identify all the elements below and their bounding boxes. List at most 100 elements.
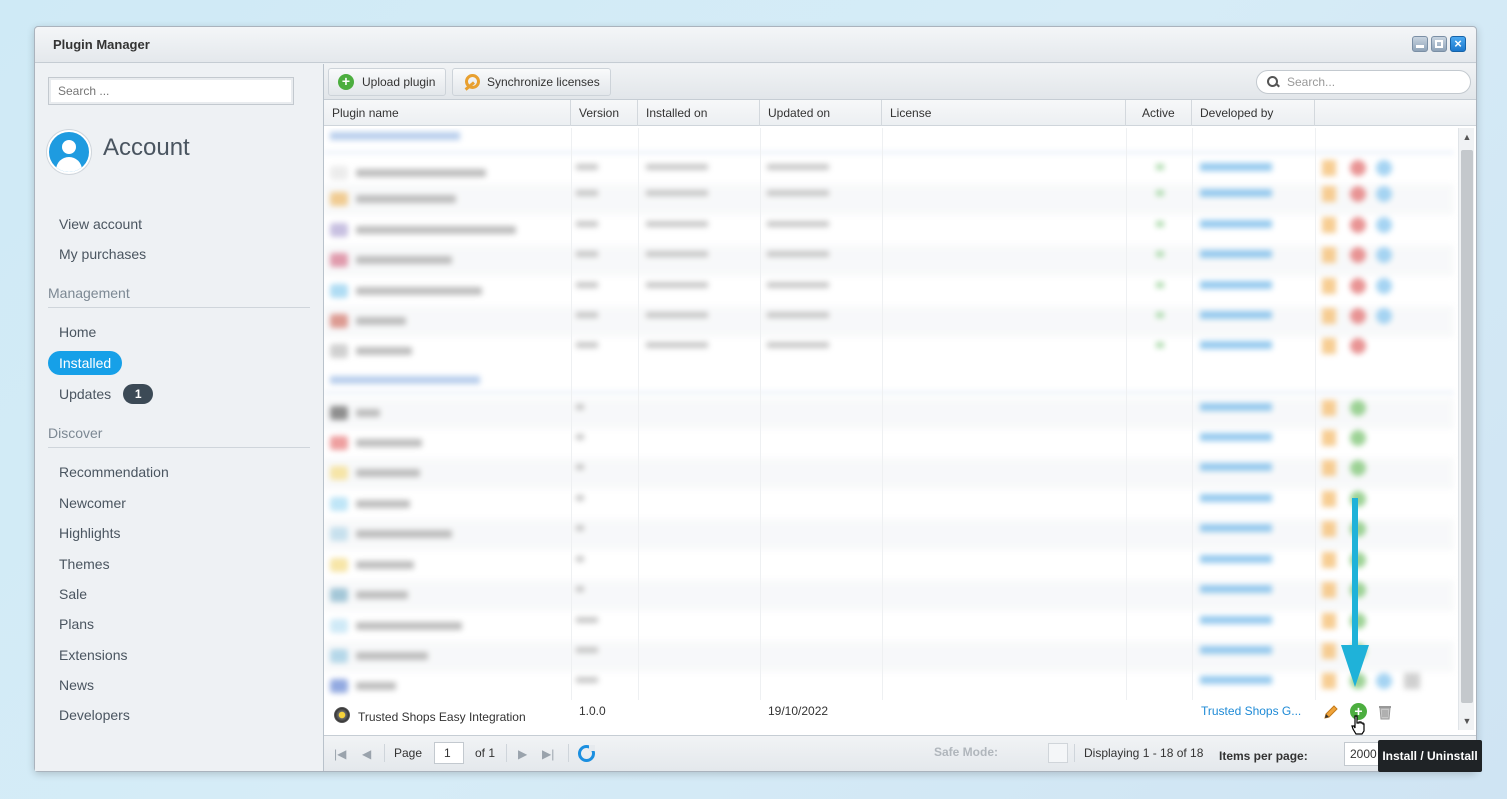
divider (324, 152, 1454, 153)
upload-plugin-label: Upload plugin (362, 75, 436, 89)
table-header: Plugin name Version Installed on Updated… (324, 100, 1476, 126)
divider (48, 307, 310, 308)
col-updated-on[interactable]: Updated on (760, 100, 882, 126)
next-page-icon[interactable]: ▶ (518, 747, 527, 761)
vertical-scrollbar[interactable]: ▲ ▼ (1458, 128, 1474, 730)
group-header-blurred (330, 376, 480, 384)
nav-recommendation[interactable]: Recommendation (59, 464, 169, 480)
table-row[interactable] (324, 458, 1454, 489)
plugin-search-input[interactable]: Search... (1256, 70, 1471, 94)
safe-mode-checkbox[interactable] (1048, 743, 1068, 763)
nav-updates[interactable]: Updates 1 (59, 384, 154, 404)
items-per-page-label: Items per page: (1219, 749, 1308, 763)
prev-page-icon[interactable]: ◀ (362, 747, 371, 761)
blurred-rows (324, 128, 1454, 700)
nav-view-account[interactable]: View account (59, 216, 142, 232)
pagination-bar: |◀ ◀ Page of 1 ▶ ▶| Safe Mode: Displayin… (324, 735, 1476, 771)
synchronize-licenses-label: Synchronize licenses (487, 75, 600, 89)
discover-section-title: Discover (48, 425, 103, 441)
maximize-icon[interactable] (1431, 36, 1447, 52)
nav-highlights[interactable]: Highlights (59, 525, 120, 541)
plugin-icon (334, 707, 350, 723)
divider (506, 744, 507, 762)
plugin-list-panel: + Upload plugin Synchronize licenses Sea… (323, 64, 1476, 771)
plugin-developer-link[interactable]: Trusted Shops G... (1201, 704, 1301, 718)
table-row[interactable] (324, 336, 1454, 367)
table-row[interactable] (324, 184, 1454, 215)
column-divider (1315, 128, 1316, 700)
page-number-input[interactable] (434, 742, 464, 764)
displaying-count: Displaying 1 - 18 of 18 (1084, 746, 1204, 760)
updates-count-badge: 1 (123, 384, 154, 404)
nav-news[interactable]: News (59, 677, 94, 693)
management-section-title: Management (48, 285, 130, 301)
column-divider (1192, 128, 1193, 700)
last-page-icon[interactable]: ▶| (542, 747, 554, 761)
pencil-icon[interactable] (1322, 703, 1340, 721)
refresh-icon[interactable] (578, 745, 595, 762)
table-row[interactable] (324, 306, 1454, 337)
annotation-arrow-shaft (1352, 498, 1358, 648)
nav-installed[interactable]: Installed (48, 351, 123, 375)
table-row[interactable] (324, 519, 1454, 550)
table-row[interactable] (324, 550, 1454, 581)
key-icon (462, 74, 480, 90)
minimize-icon[interactable] (1412, 36, 1428, 52)
divider (568, 744, 569, 762)
col-active[interactable]: Active (1126, 100, 1192, 126)
avatar-icon (47, 130, 91, 174)
nav-extensions[interactable]: Extensions (59, 647, 127, 663)
column-divider (882, 128, 883, 700)
divider (48, 447, 310, 448)
plugin-name: Trusted Shops Easy Integration (358, 710, 526, 724)
column-divider (638, 128, 639, 700)
col-plugin-name[interactable]: Plugin name (324, 100, 571, 126)
table-row[interactable] (324, 641, 1454, 672)
table-row[interactable] (324, 398, 1454, 429)
plus-icon: + (338, 74, 354, 90)
close-icon[interactable]: × (1450, 36, 1466, 52)
account-header: Account (47, 130, 190, 174)
scroll-down-icon[interactable]: ▼ (1459, 712, 1475, 730)
nav-themes[interactable]: Themes (59, 556, 110, 572)
group-header-blurred (330, 132, 460, 140)
scroll-up-icon[interactable]: ▲ (1459, 128, 1475, 146)
window-titlebar[interactable]: Plugin Manager × (35, 27, 1476, 63)
plugin-search-placeholder: Search... (1287, 75, 1336, 89)
plugin-updated-on: 19/10/2022 (768, 704, 829, 718)
plugin-manager-window: Plugin Manager × Account View account My… (34, 26, 1477, 772)
table-row[interactable] (324, 276, 1454, 307)
nav-my-purchases[interactable]: My purchases (59, 246, 146, 262)
col-developed-by[interactable]: Developed by (1192, 100, 1315, 126)
table-row[interactable] (324, 215, 1454, 246)
table-row-trusted-shops[interactable]: Trusted Shops Easy Integration 1.0.0 19/… (324, 700, 1454, 730)
divider (324, 392, 1454, 393)
trash-icon[interactable] (1376, 703, 1394, 721)
column-divider (1126, 128, 1127, 700)
upload-plugin-button[interactable]: + Upload plugin (328, 68, 447, 96)
table-row[interactable] (324, 428, 1454, 459)
col-installed-on[interactable]: Installed on (638, 100, 760, 126)
nav-updates-label: Updates (59, 386, 112, 402)
table-row[interactable] (324, 489, 1454, 520)
table-row[interactable] (324, 671, 1454, 702)
col-license[interactable]: License (882, 100, 1126, 126)
first-page-icon[interactable]: |◀ (334, 747, 346, 761)
window-title: Plugin Manager (53, 37, 150, 52)
nav-plans[interactable]: Plans (59, 616, 94, 632)
plugin-grid: Trusted Shops Easy Integration 1.0.0 19/… (324, 128, 1476, 730)
tooltip-install-uninstall: Install / Uninstall (1378, 740, 1482, 772)
synchronize-licenses-button[interactable]: Synchronize licenses (452, 68, 611, 96)
page-count-label: of 1 (475, 746, 496, 760)
nav-newcomer[interactable]: Newcomer (59, 495, 126, 511)
nav-developers[interactable]: Developers (59, 707, 130, 723)
search-icon (1267, 76, 1279, 88)
table-row[interactable] (324, 245, 1454, 276)
table-row[interactable] (324, 611, 1454, 642)
nav-home[interactable]: Home (59, 324, 96, 340)
sidebar-search-input[interactable] (48, 77, 294, 105)
table-row[interactable] (324, 580, 1454, 611)
scrollbar-thumb[interactable] (1461, 150, 1473, 703)
col-version[interactable]: Version (571, 100, 638, 126)
nav-sale[interactable]: Sale (59, 586, 87, 602)
